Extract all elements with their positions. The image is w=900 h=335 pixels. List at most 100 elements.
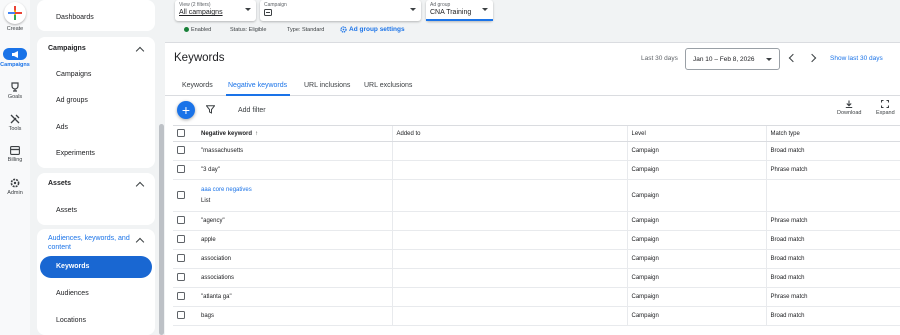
expand-label: Expand — [876, 110, 895, 116]
row-select-cell — [173, 287, 197, 307]
rail-billing[interactable]: Billing — [0, 146, 30, 163]
table-row: "3 day" Campaign Phrase match — [173, 160, 900, 180]
sidebar: Dashboards Campaigns Campaigns Ad groups… — [37, 0, 157, 335]
level-cell: Campaign — [626, 287, 766, 307]
header-negative-keyword[interactable]: Negative keyword ↑ — [197, 125, 392, 142]
campaign-dropdown[interactable]: Campaign — [260, 0, 421, 21]
page-title: Keywords — [174, 52, 225, 64]
row-checkbox[interactable] — [177, 273, 185, 281]
keyword-cell[interactable]: "atlanta ga" — [197, 287, 392, 307]
enabled-dot-icon — [184, 27, 189, 33]
row-select-cell — [173, 141, 197, 161]
scrollbar-thumb[interactable] — [159, 124, 164, 335]
level-cell: Campaign — [626, 160, 766, 180]
campaign-dropdown-label: Campaign — [264, 2, 287, 8]
keyword-cell[interactable]: associations — [197, 268, 392, 288]
ad-group-settings-link[interactable]: Ad group settings — [340, 26, 405, 33]
sidebar-item-ad-groups[interactable]: Ad groups — [56, 97, 88, 104]
plus-icon — [4, 2, 26, 24]
rail-create[interactable]: Create — [0, 2, 30, 32]
sidebar-item-ads[interactable]: Ads — [56, 124, 68, 131]
row-checkbox[interactable] — [177, 146, 185, 154]
rail-goals[interactable]: Goals — [0, 82, 30, 100]
sidebar-item-experiments[interactable]: Experiments — [56, 150, 95, 157]
rail-billing-label: Billing — [7, 157, 23, 163]
sidebar-section-audiences[interactable]: Audiences, keywords, and content — [48, 234, 138, 252]
rail-campaigns[interactable]: Campaigns — [0, 48, 30, 68]
row-checkbox[interactable] — [177, 235, 185, 243]
chevron-up-icon[interactable] — [135, 46, 145, 56]
main-panel: View (2 filters) All campaigns Campaign … — [165, 0, 900, 335]
sidebar-card-assets: Assets Assets — [37, 173, 155, 225]
row-checkbox[interactable] — [177, 190, 185, 199]
row-select-cell — [173, 268, 197, 288]
expand-button[interactable]: Expand — [876, 100, 895, 116]
keyword-cell[interactable]: association — [197, 249, 392, 269]
sidebar-item-campaigns[interactable]: Campaigns — [56, 71, 91, 78]
show-last-30-days-link[interactable]: Show last 30 days — [830, 55, 883, 62]
row-checkbox[interactable] — [177, 311, 185, 319]
row-checkbox[interactable] — [177, 165, 185, 173]
row-select-cell — [173, 249, 197, 269]
row-checkbox[interactable] — [177, 254, 185, 262]
header-level[interactable]: Level — [626, 125, 766, 142]
row-checkbox[interactable] — [177, 216, 185, 224]
row-checkbox[interactable] — [177, 292, 185, 300]
rail-admin[interactable]: Admin — [0, 178, 30, 196]
adgroup-dropdown[interactable]: Ad group CNA Training — [426, 0, 493, 21]
keyword-cell[interactable]: "massachusetts — [197, 141, 392, 161]
megaphone-icon — [3, 48, 27, 60]
campaign-type-icon — [264, 9, 272, 16]
keyword-cell[interactable]: apple — [197, 230, 392, 250]
download-icon — [846, 100, 853, 108]
tab-keywords[interactable]: Keywords — [182, 82, 213, 89]
filter-icon[interactable] — [206, 105, 215, 114]
keyword-cell[interactable]: bags — [197, 306, 392, 326]
left-rail: Create Campaigns Goals Tools Billing Adm… — [0, 0, 30, 335]
adgroup-dropdown-value: CNA Training — [430, 9, 472, 16]
sidebar-section-campaigns[interactable]: Campaigns — [48, 45, 86, 52]
sidebar-item-audiences[interactable]: Audiences — [56, 290, 89, 297]
tab-negative-keywords[interactable]: Negative keywords — [228, 82, 287, 89]
tools-icon — [10, 114, 20, 124]
header-match-type[interactable]: Match type — [765, 125, 900, 142]
keyword-cell[interactable]: "agency" — [197, 211, 392, 231]
rail-campaigns-label: Campaigns — [0, 62, 30, 68]
sidebar-item-assets[interactable]: Assets — [56, 207, 77, 214]
level-cell: Campaign — [626, 179, 766, 212]
table-row: associations Campaign Broad match — [173, 268, 900, 288]
rail-goals-label: Goals — [7, 94, 23, 100]
chevron-right-icon[interactable] — [807, 53, 817, 63]
header-added-to[interactable]: Added to — [391, 125, 627, 142]
sidebar-card-audiences: Audiences, keywords, and content Keyword… — [37, 229, 155, 335]
download-button[interactable]: Download — [837, 100, 861, 116]
tab-bar: Keywords Negative keywords URL inclusion… — [165, 74, 900, 96]
ad-group-settings-text: Ad group settings — [349, 26, 405, 34]
select-all-checkbox[interactable] — [177, 128, 185, 137]
level-cell: Campaign — [626, 141, 766, 161]
tab-url-exclusions[interactable]: URL exclusions — [364, 82, 412, 89]
trophy-icon — [11, 82, 19, 92]
caret-down-icon — [410, 8, 416, 11]
chevron-left-icon[interactable] — [788, 53, 798, 63]
rail-tools[interactable]: Tools — [0, 114, 30, 132]
sidebar-item-locations[interactable]: Locations — [56, 317, 86, 324]
level-cell: Campaign — [626, 211, 766, 231]
negative-list-link[interactable]: aaa core negatives — [201, 187, 392, 193]
chevron-up-icon[interactable] — [135, 181, 145, 191]
header-negative-keyword-text: Negative keyword — [201, 130, 253, 137]
date-range-picker[interactable]: Jan 10 – Feb 8, 2026 — [685, 48, 780, 70]
add-negative-keyword-button[interactable]: + — [177, 101, 195, 119]
sidebar-item-keywords[interactable]: Keywords — [40, 256, 152, 278]
sidebar-section-assets[interactable]: Assets — [48, 180, 71, 187]
sidebar-scrollbar[interactable] — [159, 0, 164, 335]
sidebar-item-dashboards[interactable]: Dashboards — [56, 14, 94, 21]
campaign-type-text: Type: Standard — [287, 27, 325, 33]
add-filter-button[interactable]: Add filter — [238, 107, 266, 114]
keyword-cell[interactable]: "3 day" — [197, 160, 392, 180]
tab-url-inclusions[interactable]: URL inclusions — [304, 82, 350, 89]
table-row: association Campaign Broad match — [173, 249, 900, 269]
credit-card-icon — [10, 146, 20, 155]
view-dropdown[interactable]: View (2 filters) All campaigns — [175, 0, 256, 21]
row-select-cell — [173, 230, 197, 250]
